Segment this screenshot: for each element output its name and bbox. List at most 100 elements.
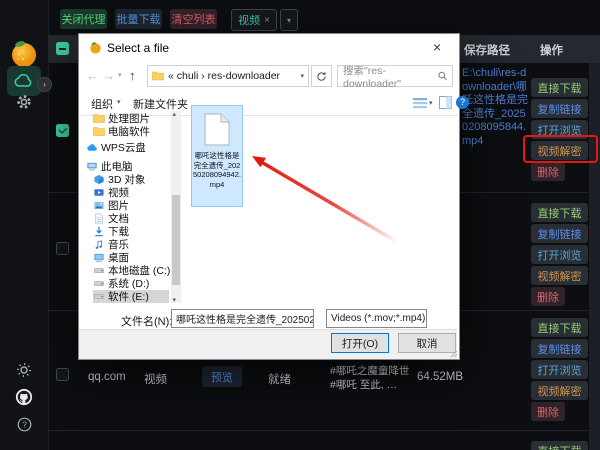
row-divider [48, 430, 589, 431]
row3-video-decrypt-button[interactable]: 视频解密 [531, 381, 588, 400]
cloud-icon [14, 74, 34, 88]
desktop-icon [93, 252, 105, 263]
tree-item[interactable]: 电脑软件 [93, 125, 169, 138]
file-name-label: 哪吒这性格是完全遗传_20250208094942.mp4 [192, 151, 242, 189]
tree-item[interactable]: 文档 [93, 212, 169, 225]
row1-delete-button[interactable]: 删除 [531, 162, 565, 181]
refresh-button[interactable] [311, 65, 332, 87]
open-button[interactable]: 打开(O) [331, 333, 389, 353]
dialog-close-icon[interactable]: × [433, 39, 441, 55]
dialog-title: Select a file [107, 41, 169, 55]
nav-up-icon[interactable]: ↑ [129, 68, 136, 83]
address-bar[interactable]: « chuli › res-downloader ▾ [147, 65, 309, 87]
download-icon [93, 226, 105, 237]
search-icon[interactable] [438, 71, 447, 81]
cancel-button[interactable]: 取消 [398, 333, 456, 353]
preview-pane-icon[interactable] [439, 96, 452, 109]
file-item-selected[interactable]: 哪吒这性格是完全遗传_20250208094942.mp4 [191, 105, 243, 207]
sidebar-expand-chevron[interactable]: › [37, 77, 52, 92]
row1-copy-link-button[interactable]: 复制链接 [531, 99, 588, 118]
row4-direct-download-button[interactable]: 直接下载 [531, 441, 588, 450]
tree-item-selected[interactable]: 软件 (E:) [93, 290, 169, 303]
computer-icon [86, 161, 98, 172]
tree-item[interactable]: 视频 [93, 186, 169, 199]
tab-video[interactable]: 视频 × [231, 9, 277, 31]
drive-icon [93, 291, 105, 302]
search-input[interactable]: 搜索"res-downloader" [337, 65, 453, 87]
filename-combobox[interactable]: 哪吒这性格是完全遗传_20250208094942 ▾ [171, 309, 314, 328]
row1-direct-download-button[interactable]: 直接下载 [531, 78, 588, 97]
filetype-value: Videos (*.mov;*.mp4) [331, 313, 425, 324]
breadcrumb: « chuli › res-downloader [168, 70, 280, 82]
filetype-combobox[interactable]: Videos (*.mov;*.mp4) ▾ [326, 309, 427, 328]
row3-copy-link-button[interactable]: 复制链接 [531, 339, 588, 358]
file-icon [204, 113, 230, 146]
tree-item[interactable]: WPS云盘 [86, 141, 162, 154]
row2-open-browse-button[interactable]: 打开浏览 [531, 245, 588, 264]
cloud-icon [86, 142, 98, 153]
sidebar-item-cloud-active[interactable] [7, 66, 41, 96]
scroll-down-icon[interactable]: ▾ [173, 296, 177, 304]
save-path-column-header: 保存路径 [464, 42, 510, 58]
row3-open-browse-button[interactable]: 打开浏览 [531, 360, 588, 379]
row2-direct-download-button[interactable]: 直接下载 [531, 203, 588, 222]
operation-column-header: 操作 [540, 42, 563, 58]
row1-checkbox[interactable] [56, 124, 69, 137]
address-folder-icon [152, 71, 164, 81]
nav-history-chevron-icon[interactable]: ▾ [118, 71, 122, 79]
row2-copy-link-button[interactable]: 复制链接 [531, 224, 588, 243]
tab-dropdown-button[interactable]: ▾ [280, 9, 298, 31]
address-chevron-icon[interactable]: ▾ [300, 72, 304, 80]
row3-size: 64.52MB [417, 371, 463, 383]
sidebar: › ? [0, 0, 49, 450]
view-options-caret-icon[interactable]: ▾ [429, 99, 433, 107]
organize-menu[interactable]: 组织 [91, 96, 113, 112]
tab-video-label: 视频 [238, 12, 260, 28]
folder-icon [93, 113, 105, 124]
tab-close-icon[interactable]: × [264, 15, 270, 26]
clear-list-button[interactable]: 清空列表 [170, 9, 217, 29]
github-icon[interactable] [15, 388, 33, 406]
organize-caret-icon: ▾ [117, 98, 121, 106]
row3-direct-download-button[interactable]: 直接下载 [531, 318, 588, 337]
row3-type: 视频 [144, 371, 167, 387]
settings-gear-icon[interactable] [15, 93, 33, 111]
tree-item[interactable]: 音乐 [93, 238, 169, 251]
annotation-highlight-box [523, 135, 598, 163]
select-all-checkbox[interactable] [56, 42, 69, 55]
row3-domain: qq.com [88, 371, 126, 383]
row2-delete-button[interactable]: 删除 [531, 287, 565, 306]
music-icon [93, 239, 105, 250]
tree-item[interactable]: 下载 [93, 225, 169, 238]
tree-scrollbar[interactable]: ▴ ▾ [171, 111, 181, 303]
view-options-icon[interactable] [413, 97, 427, 109]
row3-delete-button[interactable]: 删除 [531, 402, 565, 421]
cube-icon [93, 174, 105, 185]
combo-chevron-icon[interactable]: ▾ [425, 314, 427, 323]
filename-value: 哪吒这性格是完全遗传_20250208094942 [176, 311, 314, 326]
filename-label: 文件名(N): [121, 313, 172, 329]
tree-item[interactable]: 3D 对象 [93, 173, 169, 186]
batch-download-button[interactable]: 批量下载 [115, 9, 162, 29]
close-proxy-button[interactable]: 关闭代理 [60, 9, 107, 29]
theme-sun-icon[interactable] [16, 362, 32, 378]
resize-grip[interactable] [450, 350, 458, 358]
nav-back-icon[interactable]: ← [86, 68, 99, 83]
nav-forward-icon[interactable]: → [102, 68, 115, 83]
row2-checkbox[interactable] [56, 242, 69, 255]
dialog-help-icon[interactable]: ? [456, 96, 469, 109]
row1-save-path: E:\chuli\res-downloader\哪吒这性格是完全遗传_20250… [462, 67, 531, 148]
row2-video-decrypt-button[interactable]: 视频解密 [531, 266, 588, 285]
table-scrollbar[interactable] [589, 63, 600, 450]
app-window: × − + 关闭代理 批量下载 清空列表 视频 × ▾ › [0, 0, 600, 450]
svg-text:?: ? [22, 420, 27, 430]
help-icon[interactable]: ? [17, 417, 32, 432]
video-icon [93, 187, 105, 198]
row3-preview-button[interactable]: 预览 [202, 366, 242, 387]
scrollbar-thumb[interactable] [172, 195, 180, 285]
new-folder-button[interactable]: 新建文件夹 [133, 96, 188, 112]
document-icon [93, 213, 105, 224]
tree-item[interactable]: 图片 [93, 199, 169, 212]
row3-checkbox[interactable] [56, 368, 69, 381]
scroll-up-icon[interactable]: ▴ [173, 110, 177, 118]
